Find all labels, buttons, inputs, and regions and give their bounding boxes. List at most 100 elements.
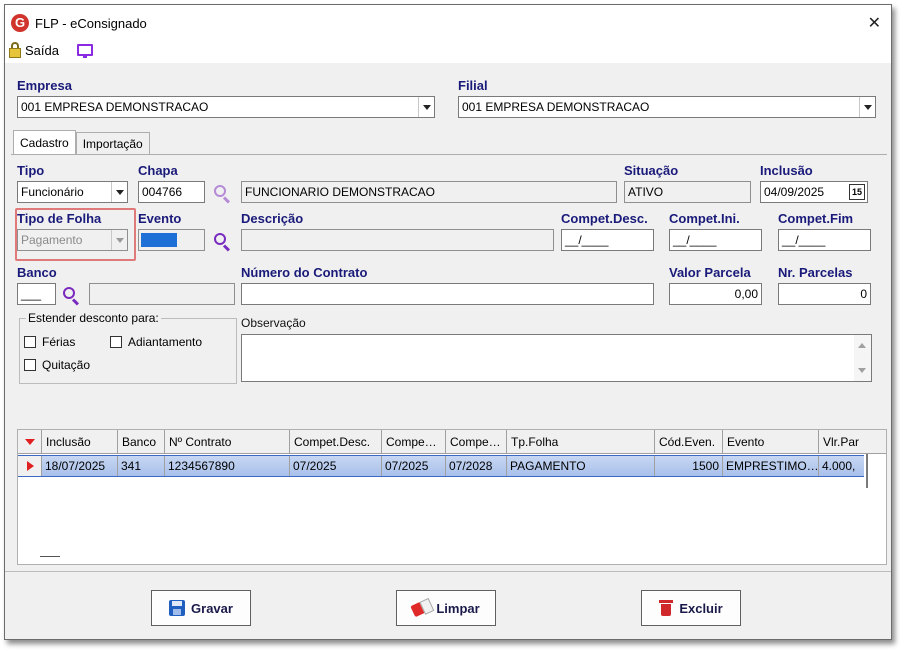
ferias-label: Férias — [42, 335, 76, 349]
compet-fim-label: Compet.Fim — [778, 211, 854, 226]
column-header[interactable]: Banco — [118, 430, 165, 454]
app-window: G FLP - eConsignado ✕ Saída Empresa 001 … — [4, 4, 892, 640]
observacao-textarea[interactable] — [241, 334, 872, 382]
filial-label: Filial — [458, 78, 488, 93]
chevron-down-icon — [111, 230, 127, 250]
banco-input[interactable]: ___ — [17, 283, 56, 305]
evento-selection — [141, 233, 177, 247]
column-header[interactable]: Evento — [723, 430, 819, 454]
table-cell: 07/2025 — [290, 456, 382, 476]
grid-header: Inclusão Banco Nº Contrato Compet.Desc. … — [18, 430, 886, 454]
row-pointer-icon — [27, 461, 34, 471]
adiantamento-label: Adiantamento — [128, 335, 203, 349]
tab-importacao[interactable]: Importação — [75, 132, 150, 154]
chapa-input[interactable]: 004766 — [138, 181, 205, 203]
app-logo-icon: G — [11, 14, 29, 32]
memo-scrollbar[interactable] — [854, 335, 871, 381]
table-cell: 341 — [118, 456, 165, 476]
observacao-label: Observação — [241, 316, 306, 330]
search-icon[interactable] — [212, 183, 232, 204]
checkbox-icon — [24, 359, 36, 371]
inclusao-label: Inclusão — [760, 163, 813, 178]
exit-label: Saída — [25, 42, 59, 58]
table-cell: 1234567890 — [165, 456, 290, 476]
scrollbar-thumb[interactable] — [866, 454, 868, 488]
scroll-down-icon[interactable] — [858, 368, 866, 373]
excluir-button[interactable]: Excluir — [641, 590, 741, 626]
table-cell: EMPRESTIMO… — [723, 456, 819, 476]
search-icon[interactable] — [212, 231, 232, 252]
estender-desconto-group: Estender desconto para: Férias Adiantame… — [19, 311, 237, 384]
table-cell: PAGAMENTO — [507, 456, 655, 476]
table-cell: 1500 — [655, 456, 723, 476]
sort-down-icon — [25, 439, 35, 445]
compet-ini-label: Compet.Ini. — [669, 211, 740, 226]
empresa-select[interactable]: 001 EMPRESA DEMONSTRACAO — [17, 96, 435, 118]
tipo-select[interactable]: Funcionário — [17, 181, 128, 203]
grid-scrollbar[interactable] — [862, 454, 872, 564]
column-header[interactable]: Tp.Folha — [507, 430, 655, 454]
column-header[interactable]: Inclusão — [42, 430, 118, 454]
descricao-label: Descrição — [241, 211, 304, 226]
compet-desc-input[interactable]: __/____ — [561, 229, 654, 251]
row-indicator-cell — [18, 456, 42, 476]
save-icon — [169, 600, 186, 616]
grid-footer-divider — [40, 556, 60, 557]
adiantamento-checkbox[interactable]: Adiantamento — [110, 335, 202, 349]
tipo-folha-value: Pagamento — [21, 233, 83, 247]
table-cell: 4.000, — [822, 459, 856, 473]
search-icon[interactable] — [61, 285, 81, 306]
nr-parcelas-input[interactable]: 0 — [778, 283, 871, 305]
chapa-label: Chapa — [138, 163, 178, 178]
scroll-up-icon[interactable] — [858, 343, 866, 348]
close-icon[interactable]: ✕ — [868, 13, 881, 33]
estender-desconto-label: Estender desconto para: — [26, 311, 161, 325]
grid-corner[interactable] — [18, 430, 42, 454]
evento-label: Evento — [138, 211, 182, 226]
column-header[interactable]: Compe… — [382, 430, 446, 454]
compet-ini-input[interactable]: __/____ — [669, 229, 762, 251]
checkbox-icon — [24, 336, 36, 348]
column-header[interactable]: Compe… — [446, 430, 507, 454]
gravar-button[interactable]: Gravar — [151, 590, 251, 626]
table-cell: 07/2025 — [382, 456, 446, 476]
column-header[interactable]: Nº Contrato — [165, 430, 290, 454]
action-bar: Gravar Limpar Excluir — [5, 571, 891, 639]
inclusao-date-input[interactable]: 04/09/2025 15 — [760, 181, 868, 203]
table-cell: 18/07/2025 — [42, 456, 118, 476]
calendar-icon[interactable]: 15 — [849, 184, 865, 200]
quitacao-checkbox[interactable]: Quitação — [24, 358, 90, 372]
column-header[interactable]: Compet.Desc. — [290, 430, 382, 454]
limpar-label: Limpar — [436, 600, 480, 616]
valor-parcela-label: Valor Parcela — [669, 265, 751, 280]
numero-contrato-label: Número do Contrato — [241, 265, 368, 280]
evento-input[interactable] — [138, 229, 205, 251]
trash-icon — [659, 600, 674, 616]
descricao-field — [241, 229, 554, 251]
chevron-down-icon[interactable] — [418, 97, 434, 117]
gravar-label: Gravar — [191, 600, 233, 616]
tab-cadastro[interactable]: Cadastro — [13, 130, 76, 154]
numero-contrato-input[interactable] — [241, 283, 654, 305]
banco-label: Banco — [17, 265, 57, 280]
tipo-label: Tipo — [17, 163, 45, 178]
compet-fim-input[interactable]: __/____ — [778, 229, 871, 251]
chevron-down-icon[interactable] — [111, 182, 127, 202]
limpar-button[interactable]: Limpar — [396, 590, 496, 626]
table-row[interactable]: 18/07/2025 341 1234567890 07/2025 07/202… — [18, 455, 864, 477]
empresa-value: 001 EMPRESA DEMONSTRACAO — [21, 100, 209, 114]
monitor-icon[interactable] — [77, 44, 93, 58]
filial-select[interactable]: 001 EMPRESA DEMONSTRACAO — [458, 96, 876, 118]
compet-desc-label: Compet.Desc. — [561, 211, 648, 226]
tipo-folha-label: Tipo de Folha — [17, 211, 102, 226]
chevron-down-icon[interactable] — [859, 97, 875, 117]
contracts-grid[interactable]: Inclusão Banco Nº Contrato Compet.Desc. … — [17, 429, 887, 565]
exit-button[interactable]: Saída — [9, 42, 59, 58]
column-header[interactable]: Vlr.Par — [819, 430, 886, 454]
valor-parcela-input[interactable]: 0,00 — [669, 283, 762, 305]
quitacao-label: Quitação — [42, 358, 91, 372]
tipo-folha-select[interactable]: Pagamento — [17, 229, 128, 251]
column-header[interactable]: Cód.Even. — [655, 430, 723, 454]
banco-nome-field — [89, 283, 235, 305]
ferias-checkbox[interactable]: Férias — [24, 335, 75, 349]
